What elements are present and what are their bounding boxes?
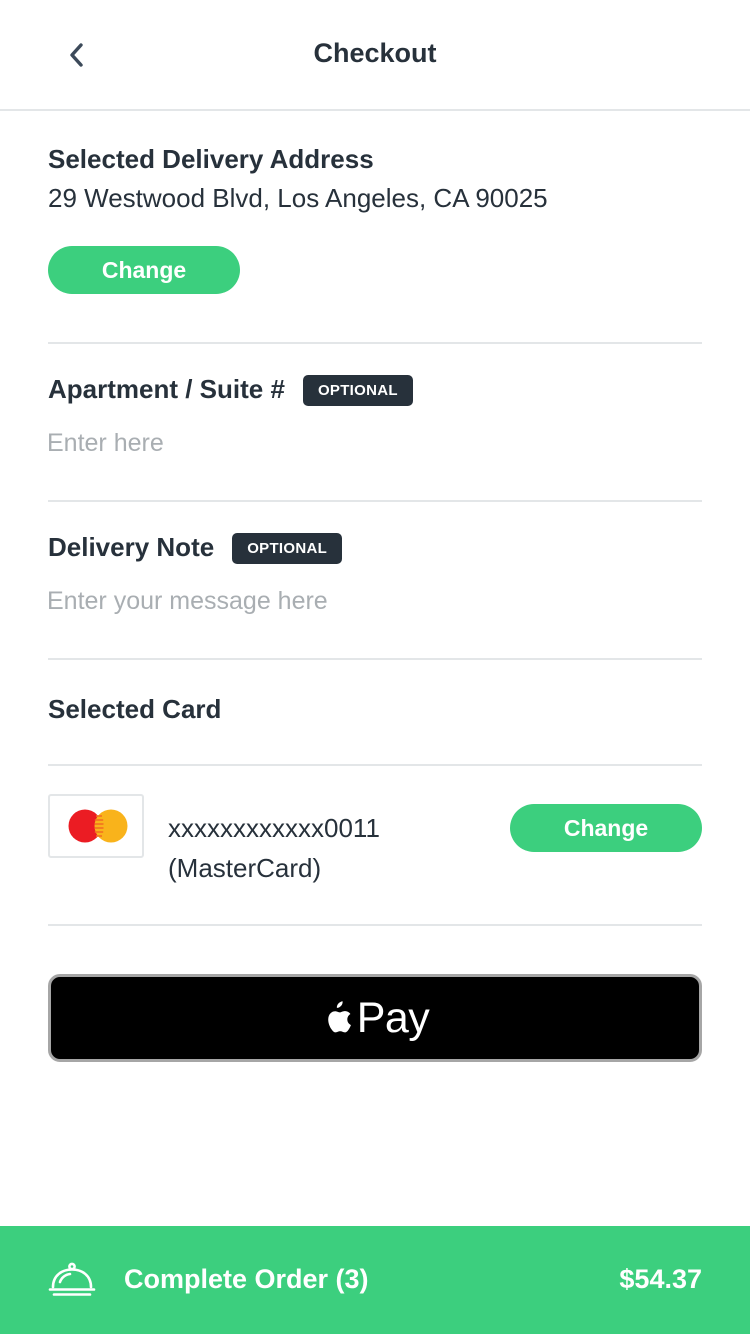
apartment-label: Apartment / Suite # [48, 374, 285, 404]
delivery-note-input[interactable] [47, 582, 701, 620]
card-section: Selected Card [48, 694, 702, 725]
selected-card-label: Selected Card [48, 694, 222, 724]
address-section: Selected Delivery Address 29 Westwood Bl… [48, 144, 702, 214]
divider [48, 658, 702, 660]
optional-badge: OPTIONAL [232, 533, 343, 565]
divider [48, 342, 702, 344]
apartment-section: Apartment / Suite # OPTIONAL [48, 374, 702, 409]
complete-order-button[interactable]: Complete Order (3) $54.37 [0, 1226, 750, 1334]
apartment-input[interactable] [47, 424, 701, 462]
change-address-button[interactable]: Change [48, 246, 240, 294]
address-value: 29 Westwood Blvd, Los Angeles, CA 90025 [48, 183, 548, 213]
divider [48, 500, 702, 502]
header-bar: Checkout [0, 0, 750, 111]
page-title: Checkout [313, 38, 437, 68]
apple-pay-label: Pay [356, 993, 430, 1042]
order-total: $54.37 [619, 1264, 702, 1294]
card-details: xxxxxxxxxxxx0011 (MasterCard) [168, 808, 380, 888]
divider [48, 764, 702, 766]
food-cloche-icon [48, 1262, 96, 1296]
card-brand: (MasterCard) [168, 853, 322, 883]
change-card-button[interactable]: Change [510, 804, 702, 852]
note-section: Delivery Note OPTIONAL [48, 532, 702, 567]
apple-icon [327, 1001, 351, 1033]
mastercard-icon [68, 809, 128, 843]
apple-pay-button[interactable]: Pay [48, 974, 702, 1062]
complete-order-label: Complete Order (3) [124, 1264, 369, 1294]
mastercard-logo [48, 794, 144, 858]
divider [48, 924, 702, 926]
optional-badge: OPTIONAL [302, 375, 413, 407]
delivery-note-label: Delivery Note [48, 532, 215, 562]
address-label: Selected Delivery Address [48, 144, 374, 174]
card-number: xxxxxxxxxxxx0011 [168, 813, 380, 843]
